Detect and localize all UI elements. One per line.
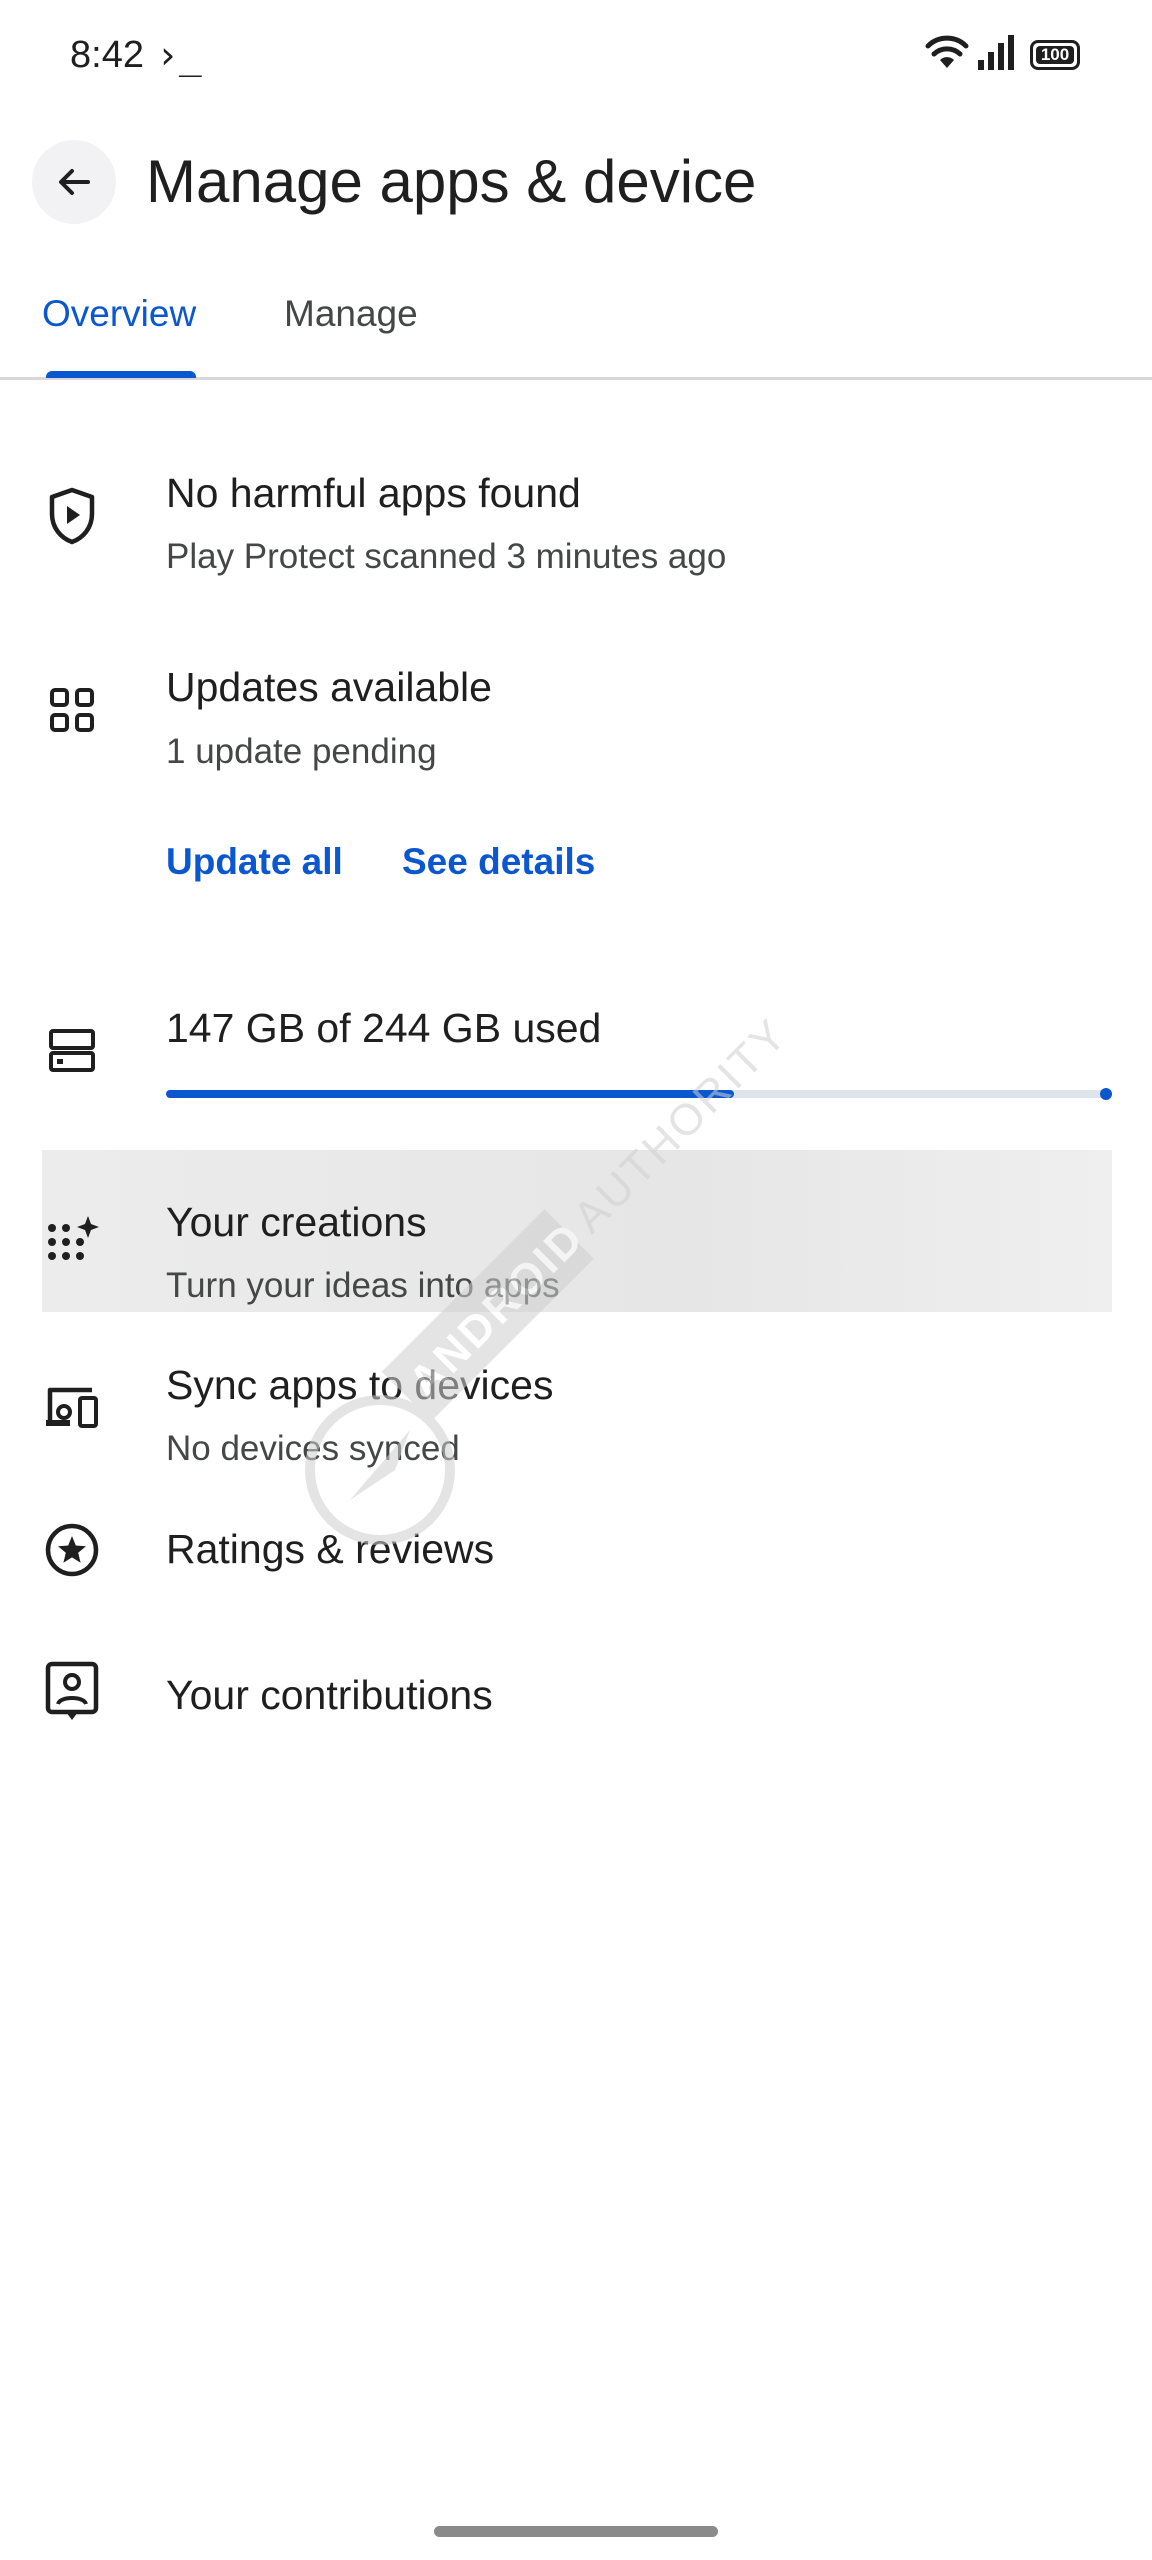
- shield-play-icon: [40, 484, 104, 548]
- watermark-logo: ANDROID AUTHORITY: [305, 1009, 798, 1545]
- page-title: Manage apps & device: [146, 148, 757, 215]
- tab-overview[interactable]: Overview: [42, 290, 196, 338]
- contributions-title[interactable]: Your contributions: [166, 1668, 493, 1722]
- updates-subtitle: 1 update pending: [166, 732, 437, 771]
- protect-title[interactable]: No harmful apps found: [166, 466, 581, 520]
- wifi-icon: [925, 35, 969, 68]
- tab-manage[interactable]: Manage: [284, 290, 418, 338]
- storage-progress-end-dot: [1100, 1088, 1112, 1100]
- svg-text:ANDROID: ANDROID: [399, 1212, 594, 1407]
- signal-icon: [978, 35, 1014, 70]
- apps-grid-icon: [40, 678, 104, 742]
- update-all-button[interactable]: Update all: [166, 838, 343, 886]
- battery-icon: 100: [1030, 40, 1080, 70]
- svg-text:AUTHORITY: AUTHORITY: [564, 1009, 798, 1243]
- storage-icon: [40, 1018, 104, 1082]
- account-box-icon: [40, 1660, 104, 1724]
- battery-level: 100: [1036, 46, 1074, 64]
- terminal-icon: ›_: [156, 33, 202, 77]
- see-details-button[interactable]: See details: [402, 838, 595, 886]
- home-indicator[interactable]: [434, 2526, 718, 2537]
- arrow-back-icon: [59, 169, 90, 195]
- sparkle-dots-icon: [40, 1210, 104, 1274]
- protect-subtitle: Play Protect scanned 3 minutes ago: [166, 537, 727, 576]
- star-circle-icon: [40, 1518, 104, 1582]
- updates-title[interactable]: Updates available: [166, 660, 492, 714]
- tab-indicator: [46, 371, 196, 378]
- back-button[interactable]: [32, 140, 116, 224]
- devices-icon: [40, 1374, 104, 1438]
- status-time: 8:42: [70, 34, 144, 76]
